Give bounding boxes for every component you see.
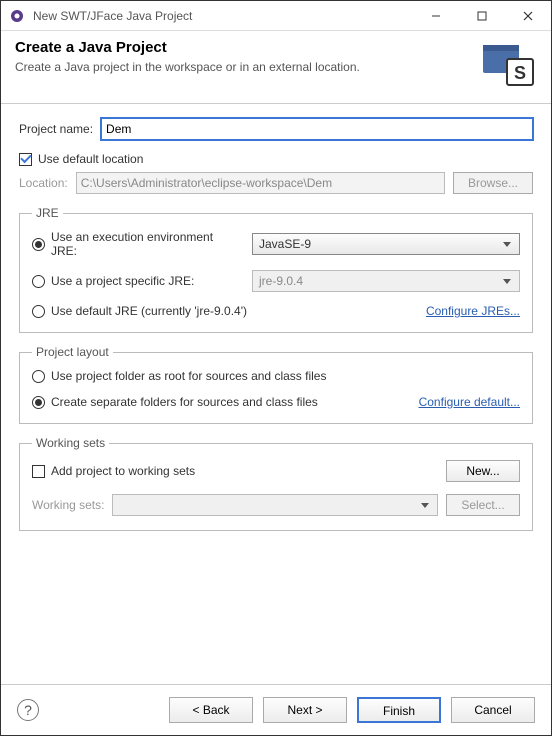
location-input [76, 172, 445, 194]
checkbox-icon [32, 465, 45, 478]
radio-icon [32, 238, 45, 251]
jre-opt1-label: Use an execution environment JRE: [51, 230, 242, 258]
wizard-heading: Create a Java Project [15, 39, 537, 56]
close-button[interactable] [505, 1, 551, 31]
jre-opt3-label: Use default JRE (currently 'jre-9.0.4') [51, 304, 247, 318]
new-working-set-button[interactable]: New... [446, 460, 520, 482]
project-name-label: Project name: [19, 122, 93, 136]
project-name-row: Project name: [19, 118, 533, 140]
jre-exec-env-select[interactable]: JavaSE-9 [252, 233, 520, 255]
app-icon [7, 6, 27, 26]
browse-button: Browse... [453, 172, 533, 194]
layout-opt2-label: Create separate folders for sources and … [51, 395, 318, 409]
wizard-footer: ? < Back Next > Finish Cancel [1, 684, 551, 735]
jre-option-exec-env[interactable]: Use an execution environment JRE: [32, 230, 242, 258]
use-default-location-checkbox[interactable]: Use default location [19, 152, 533, 166]
use-default-location-label: Use default location [38, 152, 143, 166]
wizard-content: Project name: Use default location Locat… [1, 104, 551, 684]
layout-opt1-label: Use project folder as root for sources a… [51, 369, 326, 383]
jre-group: JRE Use an execution environment JRE: Ja… [19, 206, 533, 333]
layout-option-separate[interactable]: Create separate folders for sources and … [32, 395, 411, 409]
layout-legend: Project layout [32, 345, 113, 359]
jre-opt2-label: Use a project specific JRE: [51, 274, 194, 288]
next-button[interactable]: Next > [263, 697, 347, 723]
jre-project-specific-select: jre-9.0.4 [252, 270, 520, 292]
window-title: New SWT/JFace Java Project [33, 9, 413, 23]
configure-default-link[interactable]: Configure default... [419, 395, 520, 409]
finish-button[interactable]: Finish [357, 697, 441, 723]
wizard-subheading: Create a Java project in the workspace o… [15, 60, 537, 74]
minimize-button[interactable] [413, 1, 459, 31]
ws-legend: Working sets [32, 436, 109, 450]
ws-add-label: Add project to working sets [51, 464, 195, 478]
back-button[interactable]: < Back [169, 697, 253, 723]
wizard-header-icon: S [481, 37, 537, 89]
project-name-input[interactable] [101, 118, 533, 140]
cancel-button[interactable]: Cancel [451, 697, 535, 723]
help-button[interactable]: ? [17, 699, 39, 721]
add-to-working-sets-checkbox[interactable]: Add project to working sets [32, 464, 438, 478]
working-sets-select [112, 494, 438, 516]
working-sets-group: Working sets Add project to working sets… [19, 436, 533, 531]
jre-option-project-specific[interactable]: Use a project specific JRE: [32, 274, 242, 288]
layout-option-root[interactable]: Use project folder as root for sources a… [32, 369, 520, 383]
jre-option-default[interactable]: Use default JRE (currently 'jre-9.0.4') [32, 304, 416, 318]
radio-icon [32, 275, 45, 288]
checkbox-icon [19, 153, 32, 166]
jre-legend: JRE [32, 206, 63, 220]
project-layout-group: Project layout Use project folder as roo… [19, 345, 533, 424]
maximize-button[interactable] [459, 1, 505, 31]
svg-text:S: S [514, 63, 526, 83]
ws-label: Working sets: [32, 498, 104, 512]
radio-icon [32, 370, 45, 383]
configure-jres-link[interactable]: Configure JREs... [426, 304, 520, 318]
titlebar: New SWT/JFace Java Project [1, 1, 551, 31]
wizard-window: New SWT/JFace Java Project Create a Java… [0, 0, 552, 736]
select-working-set-button: Select... [446, 494, 520, 516]
radio-icon [32, 396, 45, 409]
wizard-header: Create a Java Project Create a Java proj… [1, 31, 551, 103]
radio-icon [32, 305, 45, 318]
location-label: Location: [19, 176, 68, 190]
